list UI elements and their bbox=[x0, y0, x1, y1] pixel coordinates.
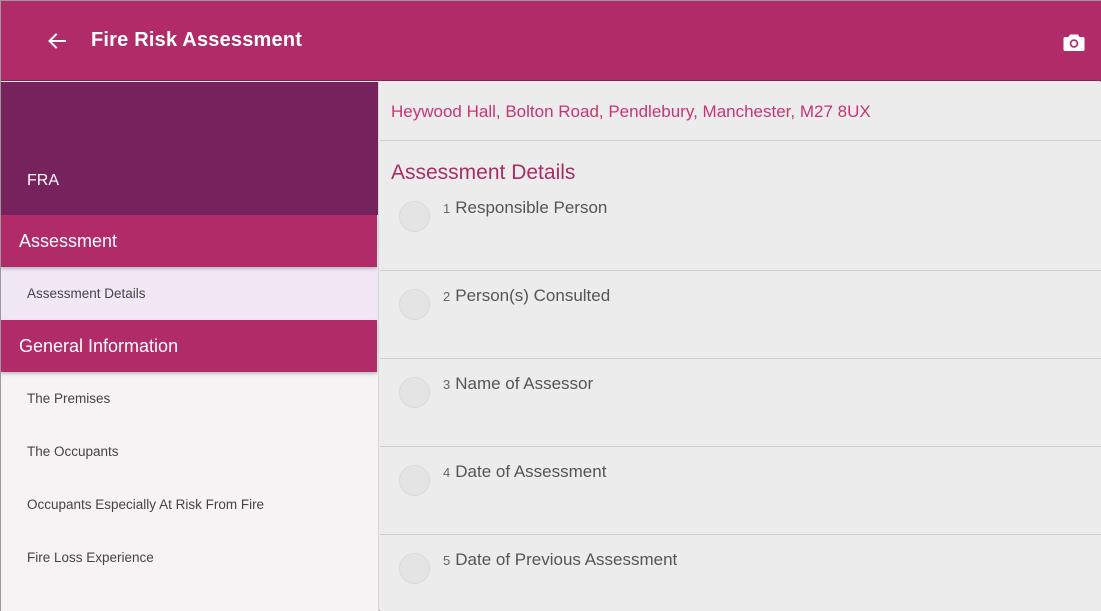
status-circle-icon bbox=[399, 465, 430, 496]
question-text: Date of Previous Assessment bbox=[455, 550, 678, 569]
app-bar: Fire Risk Assessment bbox=[1, 1, 1101, 81]
arrow-left-icon bbox=[48, 32, 66, 49]
sidebar-item-the-occupants[interactable]: The Occupants bbox=[1, 425, 378, 478]
camera-button[interactable] bbox=[1054, 27, 1094, 57]
question-row-date-of-previous-assessment[interactable]: 5 Date of Previous Assessment bbox=[380, 535, 1101, 611]
question-text: Date of Assessment bbox=[455, 462, 607, 481]
drawer-header: FRA bbox=[1, 82, 378, 215]
status-circle-icon bbox=[399, 377, 430, 408]
camera-icon bbox=[1063, 34, 1085, 51]
question-label: 1 Responsible Person bbox=[443, 198, 607, 218]
drawer-header-label: FRA bbox=[27, 172, 59, 189]
status-circle-icon bbox=[399, 553, 430, 584]
section-header-assessment[interactable]: Assessment bbox=[1, 215, 377, 267]
back-button[interactable] bbox=[37, 21, 77, 61]
question-number: 1 bbox=[443, 201, 451, 216]
question-row-responsible-person[interactable]: 1 Responsible Person bbox=[380, 183, 1101, 271]
sidebar-item-assessment-details[interactable]: Assessment Details bbox=[1, 267, 378, 320]
question-label: 4 Date of Assessment bbox=[443, 462, 606, 482]
main-content: Heywood Hall, Bolton Road, Pendlebury, M… bbox=[380, 82, 1101, 611]
question-row-date-of-assessment[interactable]: 4 Date of Assessment bbox=[380, 447, 1101, 535]
question-label: 2 Person(s) Consulted bbox=[443, 286, 610, 306]
question-row-persons-consulted[interactable]: 2 Person(s) Consulted bbox=[380, 271, 1101, 359]
status-circle-icon bbox=[399, 201, 430, 232]
premises-address[interactable]: Heywood Hall, Bolton Road, Pendlebury, M… bbox=[380, 82, 1101, 141]
question-text: Name of Assessor bbox=[455, 374, 594, 393]
app-title: Fire Risk Assessment bbox=[91, 29, 303, 51]
section-title: Assessment Details bbox=[391, 161, 576, 184]
question-list: 1 Responsible Person 2 Person(s) Consulted… bbox=[380, 183, 1101, 611]
sidebar-item-the-premises[interactable]: The Premises bbox=[1, 372, 378, 425]
question-text: Responsible Person bbox=[455, 198, 608, 217]
question-row-name-of-assessor[interactable]: 3 Name of Assessor bbox=[380, 359, 1101, 447]
question-number: 2 bbox=[443, 289, 451, 304]
question-number: 5 bbox=[443, 553, 451, 568]
navigation-drawer: FRA Assessment Assessment Details Genera… bbox=[1, 82, 379, 611]
sidebar-item-fire-loss-experience[interactable]: Fire Loss Experience bbox=[1, 531, 378, 584]
status-circle-icon bbox=[399, 289, 430, 320]
question-label: 3 Name of Assessor bbox=[443, 374, 593, 394]
sidebar-item-occupants-at-risk[interactable]: Occupants Especially At Risk From Fire bbox=[1, 478, 378, 531]
question-number: 3 bbox=[443, 377, 451, 392]
question-label: 5 Date of Previous Assessment bbox=[443, 550, 677, 570]
section-header-general-information[interactable]: General Information bbox=[1, 320, 377, 372]
question-number: 4 bbox=[443, 465, 451, 480]
question-text: Person(s) Consulted bbox=[455, 286, 611, 305]
